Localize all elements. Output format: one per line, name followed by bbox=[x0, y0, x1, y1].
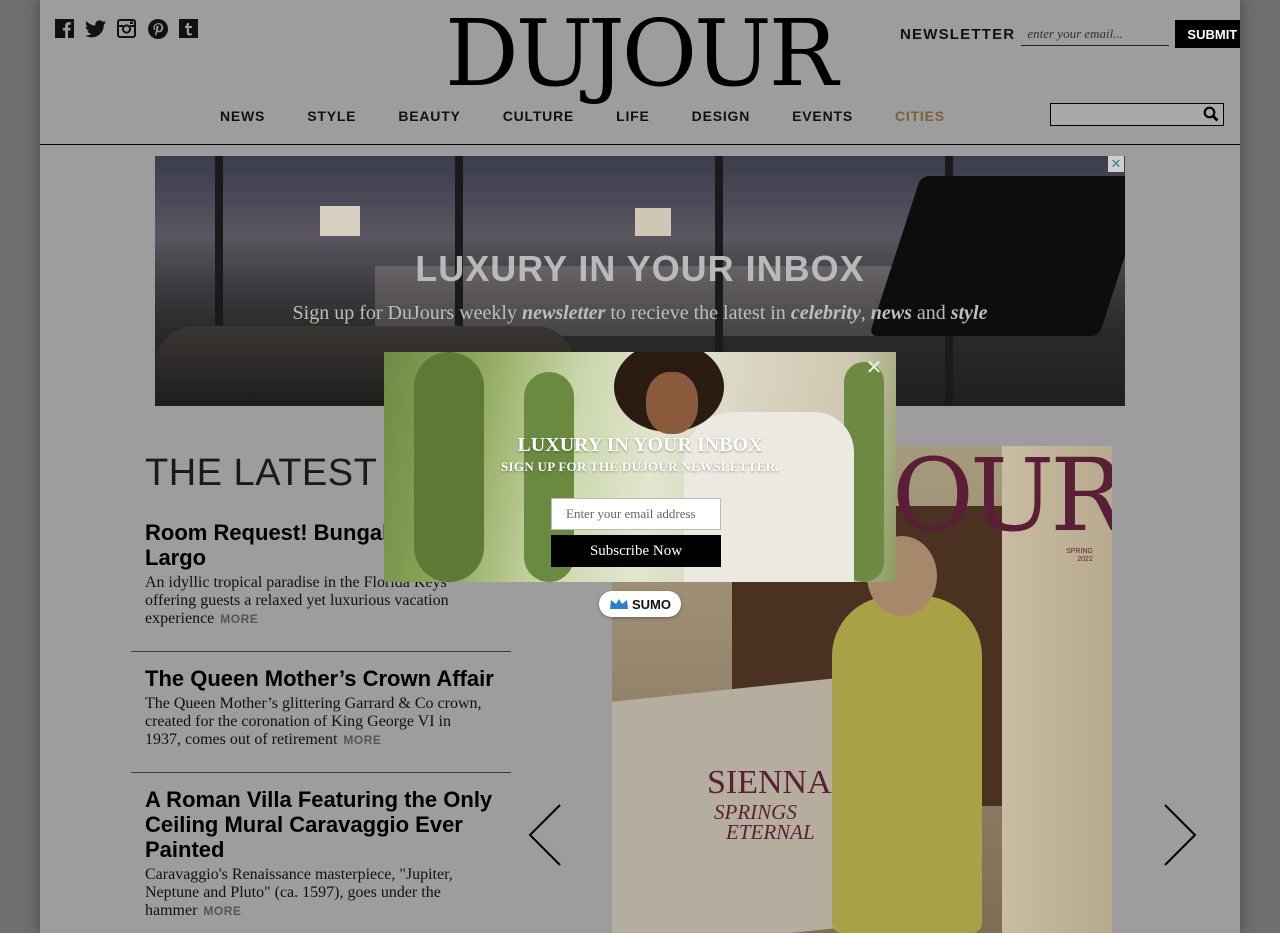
banner-subtitle: Sign up for DuJours weekly newsletter to… bbox=[292, 302, 988, 324]
article-excerpt: The Queen Mother’s glittering Garrard & … bbox=[145, 695, 490, 749]
banner-sub-prefix: Sign up for DuJours weekly bbox=[292, 302, 517, 324]
banner-sub-middle: to recieve the latest in bbox=[610, 302, 786, 324]
logo-text: DUJOUR bbox=[445, 0, 838, 107]
article-excerpt-text: The Queen Mother’s glittering Garrard & … bbox=[145, 695, 482, 748]
banner-sub-news: news bbox=[870, 302, 912, 324]
sumo-label: SUMO bbox=[632, 596, 671, 612]
carousel-next-arrow-icon[interactable] bbox=[1162, 803, 1198, 867]
pinterest-icon[interactable] bbox=[147, 18, 168, 39]
article-item: A Roman Villa Featuring the Only Ceiling… bbox=[131, 787, 511, 920]
banner-lamp bbox=[635, 208, 671, 236]
article-title[interactable]: A Roman Villa Featuring the Only Ceiling… bbox=[145, 787, 511, 862]
edition-year: 2022 bbox=[1077, 556, 1093, 563]
nav-news[interactable]: NEWS bbox=[220, 108, 265, 124]
article-excerpt: An idyllic tropical paradise in the Flor… bbox=[145, 574, 490, 628]
banner-lamp bbox=[320, 206, 360, 236]
banner-title: LUXURY IN YOUR INBOX bbox=[415, 248, 865, 289]
more-link[interactable]: MORE bbox=[343, 733, 381, 747]
popup-close-icon[interactable]: ✕ bbox=[864, 358, 884, 378]
cover-dress bbox=[832, 596, 982, 933]
site-logo[interactable]: DUJOUR bbox=[440, 8, 840, 100]
more-link[interactable]: MORE bbox=[203, 904, 241, 918]
page: DUJOUR NEWSLETTER SUBMIT NEWS STYLE BEAU… bbox=[40, 0, 1240, 933]
magazine-edition: SPRING 2022 bbox=[1066, 548, 1093, 564]
newsletter-submit-button[interactable]: SUBMIT bbox=[1175, 20, 1240, 48]
sumo-crown-icon bbox=[610, 599, 628, 609]
nav-cities[interactable]: CITIES bbox=[895, 108, 945, 124]
search-input[interactable] bbox=[1051, 104, 1200, 125]
popup-model-face bbox=[646, 372, 698, 434]
header-newsletter: NEWSLETTER SUBMIT bbox=[900, 20, 1240, 48]
banner-sub-celebrity: celebrity bbox=[790, 302, 861, 324]
nav-culture[interactable]: CULTURE bbox=[503, 108, 574, 124]
twitter-icon[interactable] bbox=[85, 18, 106, 39]
newsletter-label: NEWSLETTER bbox=[900, 25, 1016, 43]
article-divider bbox=[131, 651, 511, 652]
search-icon[interactable] bbox=[1203, 106, 1219, 127]
popup-email-input[interactable] bbox=[551, 498, 721, 530]
cover-tag-line2: ETERNAL bbox=[726, 820, 815, 844]
article-item: The Queen Mother’s Crown Affair The Quee… bbox=[131, 666, 511, 749]
main-nav: NEWS STYLE BEAUTY CULTURE LIFE DESIGN EV… bbox=[220, 108, 987, 124]
popup-title: LUXURY IN YOUR INBOX bbox=[517, 434, 763, 456]
popup-subtitle: SIGN UP FOR THE DUJOUR NEWSLETTER. bbox=[501, 459, 779, 474]
latest-heading: THE LATEST bbox=[145, 452, 378, 494]
magazine-logo: OUR bbox=[892, 446, 1112, 554]
search-box bbox=[1050, 103, 1224, 126]
cover-name: SIENNA bbox=[707, 764, 832, 801]
article-excerpt-text: Caravaggio's Renaissance masterpiece, "J… bbox=[145, 866, 453, 919]
article-title[interactable]: The Queen Mother’s Crown Affair bbox=[145, 666, 511, 691]
nav-life[interactable]: LIFE bbox=[616, 108, 650, 124]
sumo-badge[interactable]: SUMO bbox=[599, 591, 681, 617]
more-link[interactable]: MORE bbox=[220, 612, 258, 626]
nav-style[interactable]: STYLE bbox=[307, 108, 356, 124]
carousel-prev-arrow-icon[interactable] bbox=[527, 803, 563, 867]
header-divider bbox=[40, 144, 1240, 145]
nav-beauty[interactable]: BEAUTY bbox=[398, 108, 460, 124]
newsletter-email-input[interactable] bbox=[1021, 22, 1170, 46]
facebook-icon[interactable] bbox=[54, 18, 75, 39]
social-links bbox=[54, 18, 199, 39]
banner-sub-newsletter: newsletter bbox=[521, 302, 606, 324]
banner-sub-style: style bbox=[950, 302, 988, 324]
cover-tagline: SPRINGS ETERNAL bbox=[714, 802, 815, 844]
nav-events[interactable]: EVENTS bbox=[792, 108, 853, 124]
nav-design[interactable]: DESIGN bbox=[692, 108, 750, 124]
edition-season: SPRING bbox=[1066, 548, 1093, 555]
ad-close-icon[interactable]: ✕ bbox=[1108, 156, 1124, 172]
article-excerpt: Caravaggio's Renaissance masterpiece, "J… bbox=[145, 866, 490, 920]
instagram-icon[interactable] bbox=[116, 18, 137, 39]
subscribe-button[interactable]: Subscribe Now bbox=[551, 535, 721, 567]
newsletter-popup: ✕ LUXURY IN YOUR INBOX SIGN UP FOR THE D… bbox=[384, 352, 896, 582]
article-divider bbox=[131, 772, 511, 773]
banner-sub-and: and bbox=[916, 302, 946, 324]
tumblr-icon[interactable] bbox=[178, 18, 199, 39]
